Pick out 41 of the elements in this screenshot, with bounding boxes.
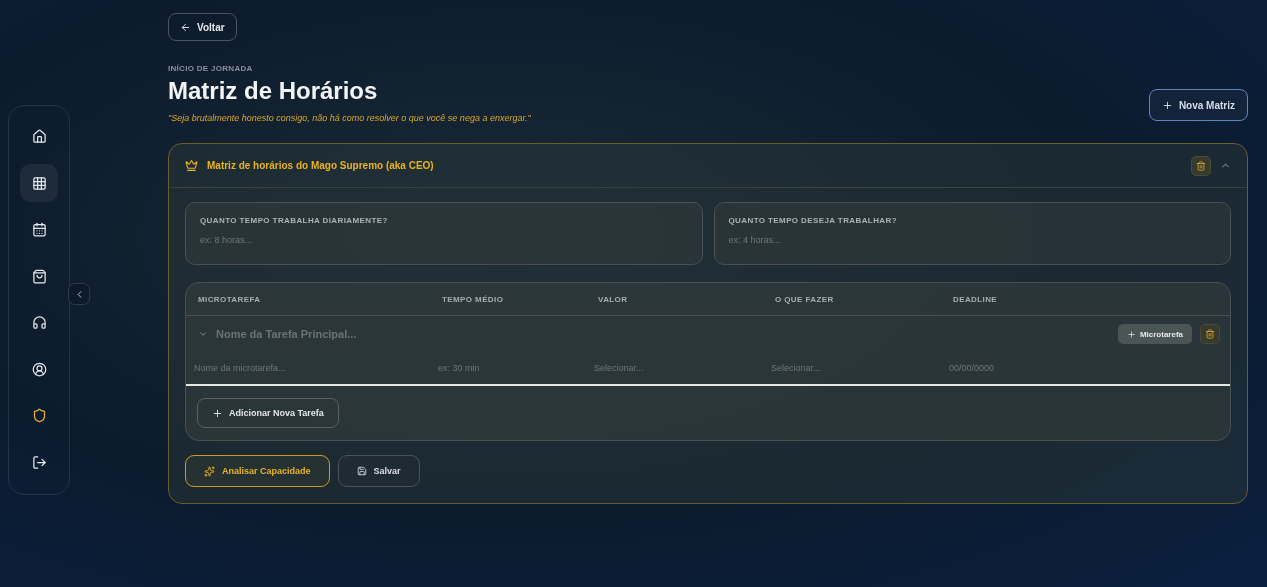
plus-icon: [212, 407, 223, 419]
answer-field[interactable]: ex: 8 horas...: [200, 235, 688, 245]
new-matrix-button[interactable]: Nova Matriz: [1148, 89, 1248, 121]
crown-icon: [185, 159, 198, 172]
eyebrow-label: INÍCIO DE JORNADA: [168, 64, 254, 73]
add-task-button[interactable]: Adicionar Nova Tarefa: [197, 398, 339, 428]
trash-icon: [1196, 160, 1206, 171]
logout-icon: [31, 454, 47, 470]
add-microtask-button[interactable]: Microtarefa: [1117, 324, 1192, 344]
column-header: O QUE FAZER: [775, 294, 835, 304]
analyze-button[interactable]: Analisar Capacidade: [185, 455, 330, 487]
page-title: Matriz de Horários: [168, 77, 379, 105]
plus-icon: [1161, 99, 1173, 111]
delete-task-button[interactable]: [1200, 324, 1220, 344]
calendar-icon: [31, 222, 47, 238]
back-button[interactable]: Voltar: [168, 13, 237, 41]
grid-icon: [31, 175, 47, 191]
column-header: MICROTAREFA: [198, 294, 262, 304]
arrow-left-icon: [180, 21, 191, 33]
save-icon: [356, 466, 367, 476]
home-icon: [31, 129, 47, 145]
headphones-icon: [31, 315, 47, 331]
matrix-title: Matriz de horários do Mago Supremo (aka CEO): [207, 160, 435, 171]
plus-icon: [1126, 329, 1136, 339]
sparkles-icon: [204, 465, 215, 477]
sidebar-item[interactable]: [20, 164, 58, 203]
delete-button[interactable]: [1191, 155, 1211, 176]
chevron-down-icon[interactable]: [198, 329, 208, 339]
save-button[interactable]: Salvar: [337, 455, 420, 487]
quote-text: "Seja brutalmente honesto consigo, não há como resolver o que você se nega a enxergar.": [168, 113, 531, 123]
trash-icon: [1205, 329, 1215, 339]
shopping-bag-icon: [31, 268, 47, 284]
question-label: QUANTO TEMPO DESEJA TRABALHAR?: [728, 216, 898, 225]
user-icon: [31, 361, 47, 377]
column-header: DEADLINE: [953, 294, 999, 304]
column-header: VALOR: [598, 294, 629, 304]
answer-field[interactable]: ex: 4 horas...: [728, 235, 1216, 245]
shield-icon: [31, 408, 47, 424]
task-name-field[interactable]: Nome da Tarefa Principal...: [216, 328, 1110, 340]
question-label: QUANTO TEMPO TRABALHA DIARIAMENTE?: [200, 216, 389, 225]
column-header: TEMPO MÉDIO: [442, 294, 505, 304]
